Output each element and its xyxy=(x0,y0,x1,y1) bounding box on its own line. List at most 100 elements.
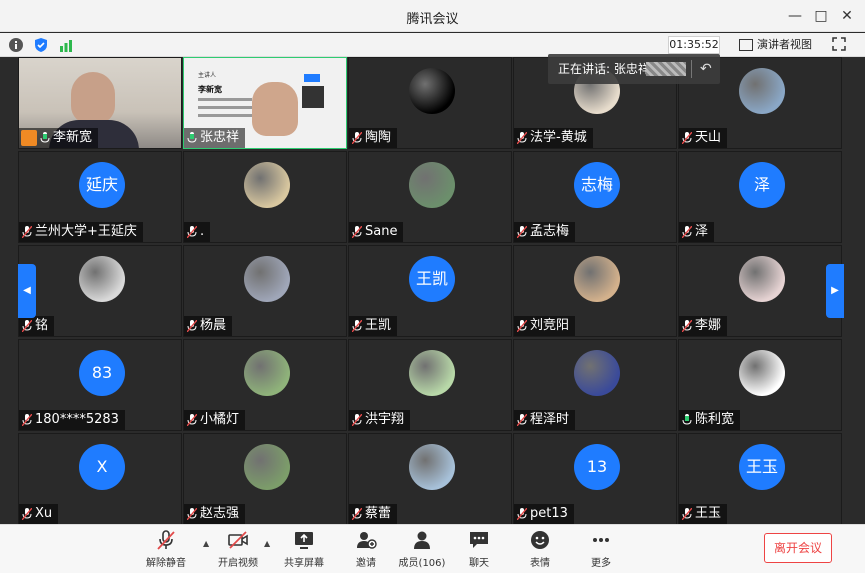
participant-tile[interactable]: 主讲人 李新宽 张忠祥 xyxy=(183,57,347,149)
participant-nameplate: 兰州大学+王延庆 xyxy=(19,222,143,242)
muted-mic-icon xyxy=(352,132,362,144)
muted-mic-icon xyxy=(352,508,362,520)
chat-button[interactable]: 聊天 xyxy=(449,529,509,571)
leave-meeting-button[interactable]: 离开会议 xyxy=(764,533,832,563)
participant-tile[interactable]: 赵志强 xyxy=(183,433,347,525)
info-bar: 01:35:52 演讲者视图 xyxy=(0,33,865,57)
participant-nameplate: 刘竞阳 xyxy=(514,316,576,336)
participant-tile[interactable]: 志梅 孟志梅 xyxy=(513,151,677,243)
participant-name: 泽 xyxy=(695,224,709,239)
previous-page-button[interactable]: ◀ xyxy=(18,264,36,318)
presenter-view-button[interactable]: 演讲者视图 xyxy=(739,36,812,54)
muted-mic-icon xyxy=(22,226,32,238)
participant-tile[interactable]: 王凯 王凯 xyxy=(348,245,512,337)
participant-tile[interactable]: 洪宇翔 xyxy=(348,339,512,431)
participant-name: Xu xyxy=(35,506,53,521)
participant-tile[interactable]: 刘竞阳 xyxy=(513,245,677,337)
participant-tile[interactable]: . xyxy=(183,151,347,243)
avatar xyxy=(244,444,290,490)
participant-name: 180****5283 xyxy=(35,412,119,427)
participant-tile[interactable]: 蔡蕾 xyxy=(348,433,512,525)
participant-tile[interactable]: X Xu xyxy=(18,433,182,525)
avatar: 泽 xyxy=(739,162,785,208)
participant-tile[interactable]: 陶陶 xyxy=(348,57,512,149)
muted-mic-icon xyxy=(352,320,362,332)
close-icon[interactable]: ✕ xyxy=(836,6,858,26)
next-page-button[interactable]: ▶ xyxy=(826,264,844,318)
mic-icon xyxy=(187,132,197,143)
unmute-button[interactable]: 解除静音 xyxy=(136,529,196,571)
minimize-icon[interactable]: — xyxy=(784,6,806,26)
avatar xyxy=(244,256,290,302)
redacted-name xyxy=(646,62,686,76)
participant-tile[interactable]: 延庆兰州大学+王延庆 xyxy=(18,151,182,243)
participant-tile[interactable]: 83 180****5283 xyxy=(18,339,182,431)
avatar xyxy=(574,350,620,396)
participant-name: 陶陶 xyxy=(365,130,392,145)
maximize-icon[interactable]: □ xyxy=(810,6,832,26)
participant-name: 赵志强 xyxy=(200,506,240,521)
emoji-button[interactable]: 表情 xyxy=(510,529,570,571)
avatar xyxy=(574,256,620,302)
avatar: 延庆 xyxy=(79,162,125,208)
participant-name: Sane xyxy=(365,224,398,239)
participant-tile[interactable]: 李娜 xyxy=(678,245,842,337)
chat-icon xyxy=(470,532,488,548)
avatar xyxy=(409,68,455,114)
return-icon[interactable]: ↶ xyxy=(700,54,712,84)
participant-name: 王玉 xyxy=(695,506,722,521)
muted-mic-icon xyxy=(352,226,362,238)
participant-nameplate: 蔡蕾 xyxy=(349,504,398,524)
members-button[interactable]: 成员(106) xyxy=(392,529,452,571)
share-screen-button[interactable]: 共享屏幕 xyxy=(274,529,334,571)
meeting-window: 腾讯会议 — □ ✕ 01:35:52 演讲者视图 李新宽 主讲人 李新宽 张忠祥陶陶… xyxy=(0,0,865,573)
more-button[interactable]: 更多 xyxy=(571,529,631,571)
participant-name: 陈利宽 xyxy=(695,412,735,427)
participant-nameplate: 张忠祥 xyxy=(184,128,246,148)
muted-mic-icon xyxy=(682,508,692,520)
participant-nameplate: 陶陶 xyxy=(349,128,398,148)
muted-mic-icon xyxy=(517,226,527,238)
participant-tile[interactable]: 李新宽 xyxy=(18,57,182,149)
members-icon xyxy=(414,531,430,549)
participant-nameplate: 天山 xyxy=(679,128,728,148)
share-screen-icon xyxy=(295,532,313,549)
signal-strength-icon[interactable] xyxy=(58,37,74,53)
mic-icon xyxy=(40,132,50,143)
participant-tile[interactable]: 13 pet13 xyxy=(513,433,677,525)
participant-name: 李新宽 xyxy=(53,130,93,145)
avatar xyxy=(409,444,455,490)
invite-button[interactable]: 邀请 xyxy=(336,529,396,571)
title-bar: 腾讯会议 — □ ✕ xyxy=(0,0,865,32)
muted-mic-icon xyxy=(682,132,692,144)
start-video-button[interactable]: 开启视频 xyxy=(208,529,268,571)
participant-tile[interactable]: 小橘灯 xyxy=(183,339,347,431)
invite-icon xyxy=(357,532,377,549)
avatar: 83 xyxy=(79,350,125,396)
participant-tile[interactable]: 程泽时 xyxy=(513,339,677,431)
participant-tile[interactable]: 铭 xyxy=(18,245,182,337)
participant-tile[interactable]: 王玉 王玉 xyxy=(678,433,842,525)
participant-nameplate: 铭 xyxy=(19,316,55,336)
video-options-caret[interactable]: ▲ xyxy=(264,539,270,548)
avatar xyxy=(409,350,455,396)
participant-nameplate: Sane xyxy=(349,222,404,242)
participant-name: 小橘灯 xyxy=(200,412,240,427)
avatar xyxy=(739,256,785,302)
participant-tile[interactable]: 陈利宽 xyxy=(678,339,842,431)
video-off-icon xyxy=(228,531,248,549)
participant-tile[interactable]: 泽泽 xyxy=(678,151,842,243)
muted-mic-icon xyxy=(517,132,527,144)
muted-mic-icon xyxy=(187,226,197,238)
participant-name: 天山 xyxy=(695,130,722,145)
meeting-timer: 01:35:52 xyxy=(668,36,720,54)
participant-nameplate: 程泽时 xyxy=(514,410,576,430)
participant-nameplate: 王凯 xyxy=(349,316,398,336)
fullscreen-icon[interactable] xyxy=(832,37,846,51)
participant-tile[interactable]: Sane xyxy=(348,151,512,243)
participant-name: 李娜 xyxy=(695,318,722,333)
muted-mic-icon xyxy=(187,508,197,520)
participant-tile[interactable]: 杨晨 xyxy=(183,245,347,337)
info-icon[interactable] xyxy=(8,37,24,53)
security-shield-icon[interactable] xyxy=(33,37,49,53)
